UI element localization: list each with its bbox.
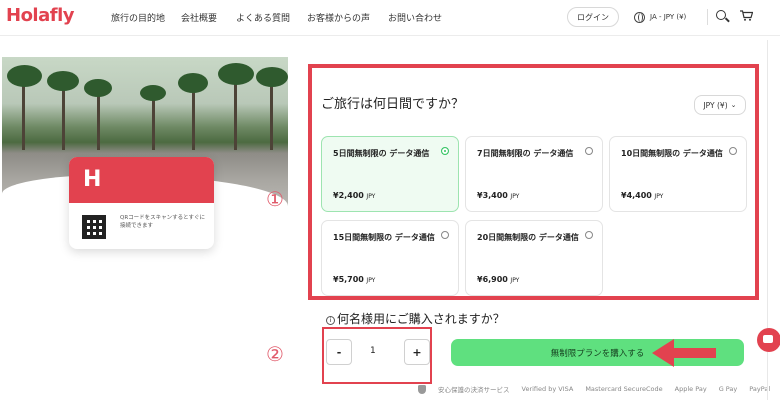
globe-icon	[634, 11, 645, 23]
shield-icon	[418, 384, 426, 394]
currency-select-label: JPY (¥)	[703, 100, 728, 110]
google-pay-logo: G Pay	[718, 385, 738, 393]
verified-by-visa-logo: Verified by VISA	[521, 385, 574, 393]
card-logo: H	[83, 167, 102, 192]
currency-select[interactable]: JPY (¥) ⌄	[694, 95, 746, 115]
annotation-1: ①	[266, 187, 284, 211]
cart-icon[interactable]	[740, 10, 753, 21]
nav-destinations[interactable]: 旅行の目的地	[111, 11, 165, 24]
radio-icon[interactable]	[441, 231, 449, 239]
quantity-minus-button[interactable]: -	[326, 339, 352, 365]
plan-name: 7日間無制限の データ通信	[477, 149, 574, 158]
plan-5-days[interactable]: 5日間無制限の データ通信 ¥2,400 JPY	[321, 136, 459, 212]
info-icon: i	[326, 316, 335, 325]
header-divider	[707, 9, 708, 25]
chevron-down-icon: ⌄	[730, 101, 737, 109]
plan-price: ¥3,400 JPY	[477, 191, 520, 200]
plan-20-days[interactable]: 20日間無制限の データ通信 ¥6,900 JPY	[465, 220, 603, 296]
plan-10-days[interactable]: 10日間無制限の データ通信 ¥4,400 JPY	[609, 136, 747, 212]
nav-company[interactable]: 会社概要	[181, 11, 217, 24]
qr-code-icon	[82, 215, 106, 239]
card-qr-text: QRコードをスキャンするとすぐに接続できます	[120, 215, 205, 229]
apple-pay-logo: Apple Pay	[674, 385, 707, 393]
plan-price: ¥4,400 JPY	[621, 191, 664, 200]
plan-7-days[interactable]: 7日間無制限の データ通信 ¥3,400 JPY	[465, 136, 603, 212]
login-button[interactable]: ログイン	[567, 7, 619, 27]
plan-15-days[interactable]: 15日間無制限の データ通信 ¥5,700 JPY	[321, 220, 459, 296]
search-icon[interactable]	[716, 10, 726, 20]
nav-faq[interactable]: よくある質問	[236, 11, 290, 24]
holafly-logo[interactable]: Holafly	[6, 5, 74, 26]
quantity-plus-button[interactable]: +	[404, 339, 430, 365]
nav-reviews[interactable]: お客様からの声	[307, 11, 370, 24]
radio-icon[interactable]	[585, 231, 593, 239]
language-label: JA - JPY (¥)	[650, 13, 687, 21]
payment-methods: 安心保護の決済サービス Verified by VISA Mastercard …	[418, 380, 780, 398]
site-header: Holafly 旅行の目的地 会社概要 よくある質問 お客様からの声 お問い合わ…	[0, 0, 780, 36]
quantity-value: 1	[370, 346, 376, 356]
radio-selected-icon[interactable]	[441, 147, 449, 155]
mastercard-securecode-logo: Mastercard SecureCode	[585, 385, 663, 393]
chat-icon[interactable]	[757, 328, 780, 352]
esim-card: H QRコードをスキャンするとすぐに接続できます	[69, 157, 214, 249]
plan-name: 5日間無制限の データ通信	[333, 149, 430, 158]
plan-name: 20日間無制限の データ通信	[477, 233, 579, 242]
language-selector[interactable]: JA - JPY (¥)	[634, 7, 686, 27]
secure-payment-label: 安心保護の決済サービス	[438, 386, 510, 394]
nav-contact[interactable]: お問い合わせ	[388, 11, 442, 24]
radio-icon[interactable]	[729, 147, 737, 155]
annotation-2: ②	[266, 342, 284, 366]
trip-duration-title: ご旅行は何日間ですか？	[321, 97, 465, 112]
plan-price: ¥6,900 JPY	[477, 275, 520, 284]
quantity-title: i 何名様用にご購入されますか？	[326, 310, 505, 327]
plan-price: ¥5,700 JPY	[333, 275, 376, 284]
radio-icon[interactable]	[585, 147, 593, 155]
annotation-arrow-icon	[652, 339, 716, 367]
plan-name: 15日間無制限の データ通信	[333, 233, 435, 242]
plan-price: ¥2,400 JPY	[333, 191, 376, 200]
plan-name: 10日間無制限の データ通信	[621, 149, 723, 158]
